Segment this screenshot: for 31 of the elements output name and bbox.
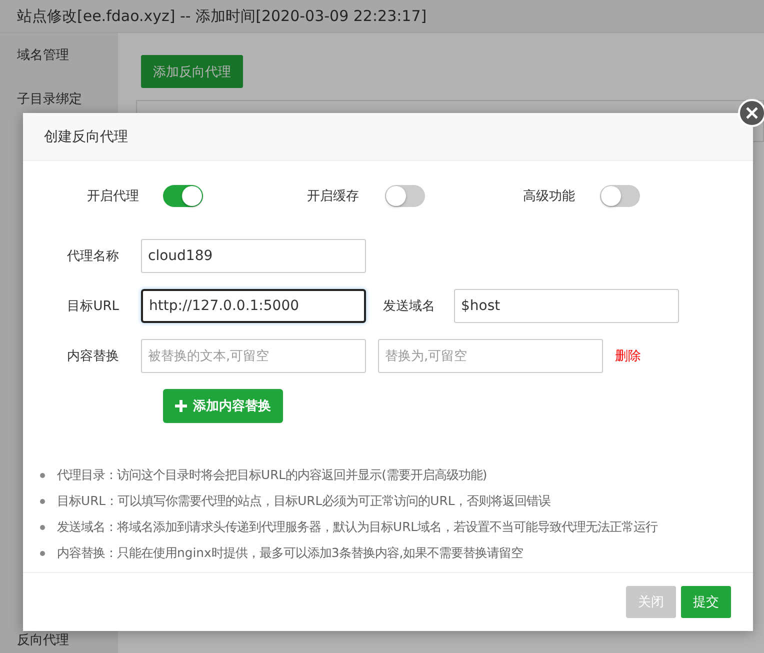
toggle-switch[interactable] xyxy=(163,185,203,207)
bullet-icon xyxy=(40,551,45,556)
bullet-icon xyxy=(40,499,45,504)
help-note: 目标URL：可以填写你需要代理的站点，目标URL必须为可正常访问的URL，否则将返回错误 xyxy=(57,493,551,510)
toggle-switch[interactable] xyxy=(600,185,640,207)
submit-button[interactable]: 提交 xyxy=(681,586,731,618)
replace-from-field[interactable]: 被替换的文本,可留空 xyxy=(141,339,366,373)
help-note: 内容替换：只能在使用nginx时提供，最多可以添加3条替换内容,如果不需要替换请留空 xyxy=(57,545,524,562)
switch-label: 开启代理 xyxy=(87,188,140,205)
field-label: 发送域名 xyxy=(382,298,436,315)
help-note: 发送域名：将域名添加到请求头传递到代理服务器，默认为目标URL域名，若设置不当可能导致代理无法正常运行 xyxy=(57,519,658,536)
field-label: 内容替换 xyxy=(66,348,120,365)
dialog-title: 创建反向代理 xyxy=(23,113,753,161)
send-domain-field[interactable]: $host xyxy=(454,289,679,323)
bullet-icon xyxy=(40,525,45,530)
switch-label: 高级功能 xyxy=(523,188,576,205)
close-icon[interactable] xyxy=(738,99,764,127)
sidebar-item[interactable]: 域名管理 xyxy=(0,33,118,77)
help-note: 代理目录：访问这个目录时将会把目标URL的内容返回并显示(需要开启高级功能) xyxy=(57,467,488,484)
toggle-switch[interactable] xyxy=(385,185,425,207)
plus-icon xyxy=(175,400,187,412)
target-url-field[interactable]: http://127.0.0.1:5000 xyxy=(141,289,366,323)
field-label: 目标URL xyxy=(66,298,120,315)
page-title: 站点修改[ee.fdao.xyz] -- 添加时间[2020-03-09 22:23:17] xyxy=(0,0,764,33)
switch-label: 开启缓存 xyxy=(307,188,360,205)
field-label: 代理名称 xyxy=(66,248,120,265)
add-replace-button[interactable]: 添加内容替换 xyxy=(163,389,283,423)
replace-to-field[interactable]: 替换为,可留空 xyxy=(378,339,603,373)
proxy-name-field[interactable]: cloud189 xyxy=(141,239,366,273)
bullet-icon xyxy=(40,473,45,478)
delete-link[interactable]: 删除 xyxy=(615,347,641,365)
